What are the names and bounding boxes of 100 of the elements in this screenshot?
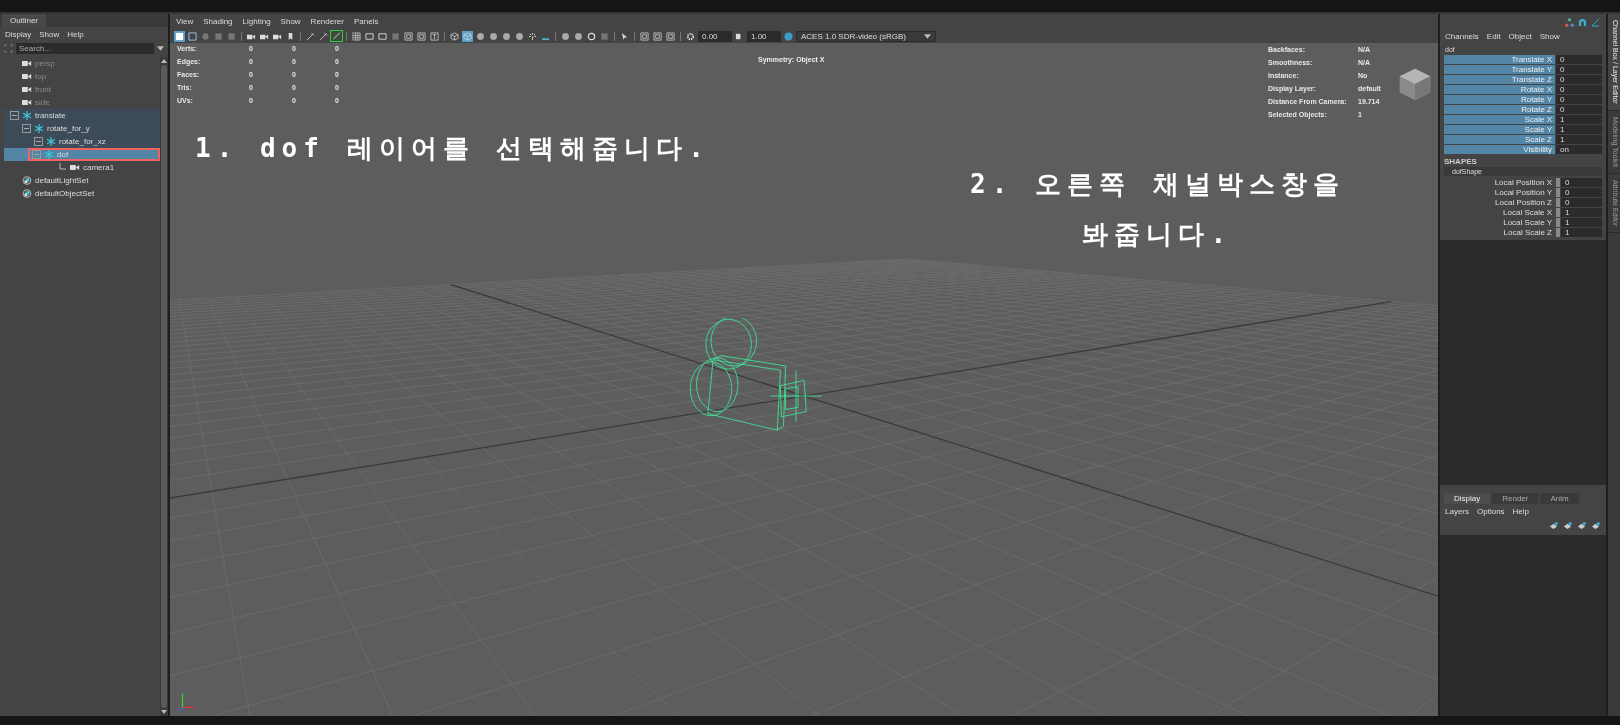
channel-value-field[interactable]: 1 [1556, 135, 1602, 144]
channel-value-field[interactable]: on [1556, 145, 1602, 154]
menu-item[interactable]: Object [1508, 32, 1532, 41]
text-icon[interactable] [429, 30, 440, 42]
square-icon[interactable] [226, 30, 237, 42]
collapse-toggle-icon[interactable] [22, 124, 31, 133]
sphere-icon[interactable] [501, 30, 512, 42]
channel-value-field[interactable]: 0 [1561, 198, 1602, 207]
outliner-item[interactable]: defaultObjectSet [4, 187, 160, 200]
scrollbar[interactable] [160, 57, 168, 716]
sphere-icon[interactable] [573, 30, 584, 42]
layer-icon[interactable] [1577, 521, 1586, 530]
dropdown-arrow-icon[interactable] [157, 46, 164, 51]
channel-name[interactable]: Rotate X [1444, 85, 1555, 94]
select-icon[interactable] [174, 30, 185, 42]
menu-item[interactable]: View [176, 17, 194, 26]
channel-name[interactable]: Scale X [1444, 115, 1555, 124]
menu-item[interactable]: Panels [353, 17, 379, 26]
outliner-tab[interactable]: Outliner [2, 14, 46, 27]
frame-icon[interactable] [665, 30, 676, 42]
magnet-icon[interactable] [1578, 18, 1587, 27]
layer-editor-tab[interactable]: Display [1444, 493, 1491, 504]
menu-item[interactable]: Shading [203, 17, 233, 26]
menu-item[interactable]: Edit [1486, 32, 1501, 41]
gamma-field[interactable]: 1.00 [747, 30, 781, 42]
menu-item[interactable]: Lighting [242, 17, 271, 26]
channel-value-field[interactable]: 0 [1556, 55, 1602, 64]
circle-icon[interactable] [586, 30, 597, 42]
axis-icon[interactable] [1591, 18, 1600, 27]
channel-value-field[interactable]: 0 [1556, 95, 1602, 104]
collapse-toggle-icon[interactable] [34, 137, 43, 146]
layer-editor-tab[interactable]: Anim [1540, 493, 1579, 504]
channel-name[interactable]: Rotate Y [1444, 95, 1555, 104]
layer-icon[interactable] [1563, 521, 1572, 530]
channel-name[interactable]: Local Position X [1444, 178, 1555, 187]
channel-value-field[interactable]: 0 [1556, 75, 1602, 84]
layer-icon[interactable] [1591, 521, 1600, 530]
frame-icon[interactable] [403, 30, 414, 42]
menu-item[interactable]: Show [280, 17, 301, 26]
collapse-toggle-icon[interactable] [32, 150, 41, 159]
channel-name[interactable]: Translate Y [1444, 65, 1555, 74]
light-icon[interactable] [527, 30, 538, 42]
menu-item[interactable]: Help [67, 30, 84, 39]
channel-value-field[interactable]: 1 [1561, 228, 1602, 237]
cube-icon[interactable] [462, 30, 473, 42]
channel-name[interactable]: Visibility [1444, 145, 1555, 154]
channel-value-field[interactable]: 0 [1561, 188, 1602, 197]
search-field[interactable]: Search... [16, 43, 154, 54]
sphere-icon[interactable] [560, 30, 571, 42]
sphere-icon[interactable] [475, 30, 486, 42]
channel-name[interactable]: Translate X [1444, 55, 1555, 64]
channel-value-field[interactable]: 0 [1556, 65, 1602, 74]
channel-name[interactable]: Rotate Z [1444, 105, 1555, 114]
grid-icon[interactable] [351, 30, 362, 42]
outliner-item[interactable]: camera1 [4, 161, 160, 174]
menu-item[interactable]: Display [5, 30, 32, 39]
channel-name[interactable]: Local Position Y [1444, 188, 1555, 197]
up-arrow-icon[interactable] [161, 59, 167, 63]
nodes-icon[interactable] [1565, 18, 1574, 27]
scrollbar-thumb[interactable] [161, 65, 167, 708]
pen-icon[interactable] [305, 30, 316, 42]
outliner-item[interactable]: defaultLightSet [4, 174, 160, 187]
sphere-icon[interactable] [514, 30, 525, 42]
menu-item[interactable]: Show [39, 30, 60, 39]
frame-icon[interactable] [652, 30, 663, 42]
line-icon[interactable] [331, 31, 342, 41]
channel-value-field[interactable]: 1 [1556, 115, 1602, 124]
down-arrow-icon[interactable] [161, 710, 167, 714]
sphere-icon[interactable] [488, 30, 499, 42]
channel-name[interactable]: Local Scale X [1444, 208, 1555, 217]
outliner-item[interactable]: rotate_for_y [4, 122, 160, 135]
menu-item[interactable]: Show [1539, 32, 1560, 41]
channel-value-field[interactable]: 1 [1561, 218, 1602, 227]
menu-item[interactable]: Help [1512, 507, 1530, 516]
color-management-icon[interactable] [783, 30, 794, 42]
channel-name[interactable]: Local Scale Z [1444, 228, 1555, 237]
view-cube-icon[interactable] [1398, 67, 1432, 101]
layer-editor-tab[interactable]: Render [1492, 493, 1539, 504]
channel-name[interactable]: Local Position Z [1444, 198, 1555, 207]
outliner-item[interactable]: rotate_for_xz [4, 135, 160, 148]
cube-icon[interactable] [449, 30, 460, 42]
pen-icon[interactable] [318, 30, 329, 42]
channel-name[interactable]: Scale Z [1444, 135, 1555, 144]
channel-value-field[interactable]: 1 [1556, 125, 1602, 134]
frame-icon[interactable] [639, 30, 650, 42]
menu-item[interactable]: Renderer [310, 17, 344, 26]
collapse-toggle-icon[interactable] [10, 111, 19, 120]
channel-value-field[interactable]: 0 [1561, 178, 1602, 187]
exposure-field[interactable]: 0.00 [698, 30, 732, 42]
color-space-dropdown[interactable]: ACES 1.0 SDR-video (sRGB) [796, 30, 936, 42]
channel-name[interactable]: Local Scale Y [1444, 218, 1555, 227]
menu-item[interactable]: Options [1477, 507, 1505, 516]
menu-item[interactable]: Channels [1445, 32, 1479, 41]
channel-value-field[interactable]: 0 [1556, 85, 1602, 94]
square-icon[interactable] [390, 30, 401, 42]
channel-name[interactable]: Translate Z [1444, 75, 1555, 84]
layer-icon[interactable] [1549, 521, 1558, 530]
menu-item[interactable]: Layers [1445, 507, 1469, 516]
outliner-item[interactable]: translate [4, 109, 160, 122]
channel-value-field[interactable]: 1 [1561, 208, 1602, 217]
